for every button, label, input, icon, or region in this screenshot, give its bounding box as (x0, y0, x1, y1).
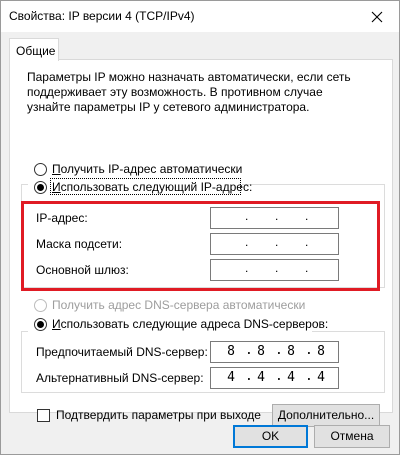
dns-manual-label[interactable]: Использовать следующие адреса DNS-сервер… (52, 317, 328, 331)
preferred-dns-input[interactable]: 8. 8. 8. 8 (210, 341, 339, 363)
validate-checkbox[interactable] (37, 409, 50, 422)
alternate-dns-label: Альтернативный DNS-сервер: (36, 371, 204, 385)
dialog-client: Общие Параметры IP можно назначать автом… (1, 32, 399, 454)
close-icon (371, 11, 383, 22)
ip-auto-label[interactable]: Получить IP-адрес автоматически (52, 162, 242, 176)
close-button[interactable] (355, 1, 399, 32)
window-title: Свойства: IP версии 4 (TCP/IPv4) (9, 9, 195, 23)
dialog-window: Свойства: IP версии 4 (TCP/IPv4) Общие П… (0, 0, 400, 455)
ok-button[interactable]: OK (233, 425, 308, 448)
tab-general-label: Общие (16, 44, 56, 58)
validate-label[interactable]: Подтвердить параметры при выходе (56, 408, 261, 422)
dns-auto-label[interactable]: Получить адрес DNS-сервера автоматически (52, 298, 305, 312)
advanced-button[interactable]: Дополнительно... (272, 404, 380, 427)
dns-manual-radio[interactable] (34, 318, 47, 331)
tab-general[interactable]: Общие (9, 38, 59, 61)
title-bar[interactable]: Свойства: IP версии 4 (TCP/IPv4) (1, 1, 399, 32)
ip-manual-radio[interactable] (34, 181, 47, 194)
ip-manual-focus (50, 178, 241, 195)
tab-panel-general: Параметры IP можно назначать автоматичес… (9, 59, 393, 427)
preferred-dns-label: Предпочитаемый DNS-сервер: (36, 345, 208, 359)
ip-auto-radio[interactable] (34, 163, 47, 176)
highlight-frame (21, 201, 380, 291)
cancel-button[interactable]: Отмена (314, 425, 390, 448)
dns-auto-radio[interactable] (34, 299, 47, 312)
alternate-dns-input[interactable]: 4. 4. 4. 4 (210, 367, 339, 389)
description-text: Параметры IP можно назначать автоматичес… (27, 70, 351, 114)
